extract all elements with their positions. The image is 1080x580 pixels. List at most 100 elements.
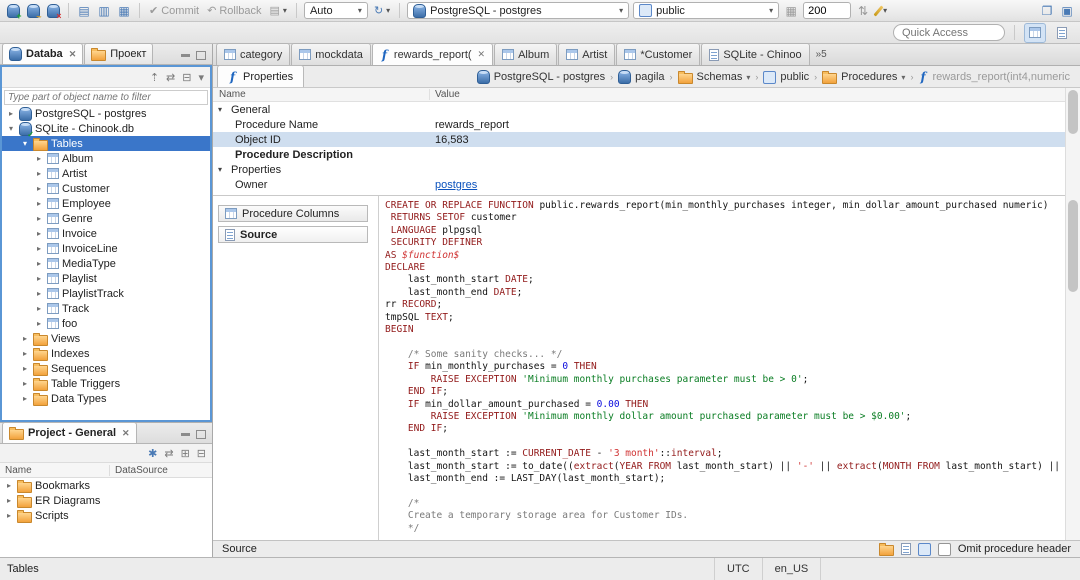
tree-item-sequences[interactable]: ▸ Sequences [2, 361, 210, 376]
project-item-er-diagrams[interactable]: ▸ ER Diagrams [0, 493, 212, 508]
expand-arrow-icon[interactable]: ▸ [4, 511, 14, 520]
expand-arrow-icon[interactable]: ▸ [34, 319, 44, 328]
expand-arrow-icon[interactable]: ▸ [34, 229, 44, 238]
connection-select[interactable]: PostgreSQL - postgres ▾ [407, 2, 630, 19]
column-name[interactable]: Name [0, 464, 110, 476]
breadcrumb-item-postgresql-postgres[interactable]: PostgreSQL - postgres [475, 70, 607, 84]
expand-arrow-icon[interactable]: ▸ [34, 154, 44, 163]
expand-arrow-icon[interactable]: ▸ [34, 289, 44, 298]
object-filter-input[interactable] [4, 90, 208, 105]
scrollbar-thumb[interactable] [1068, 200, 1078, 292]
close-icon[interactable]: ✕ [478, 49, 486, 60]
tab-album[interactable]: Album [494, 43, 558, 65]
sql-editor-icon[interactable]: ▤ [76, 3, 92, 19]
collapse-arrow-icon[interactable]: ▾ [20, 139, 30, 148]
tree-item-customer[interactable]: ▸ Customer [2, 181, 210, 196]
maximize-icon[interactable] [196, 51, 206, 60]
tab-category[interactable]: category [216, 43, 291, 65]
property-row-procedure-name[interactable]: Procedure Name rewards_report [213, 117, 1080, 132]
column-name[interactable]: Name [213, 89, 430, 100]
tab-overflow-indicator[interactable]: »5 [811, 49, 832, 60]
refresh-button[interactable]: ↻ ▾ [372, 4, 392, 17]
collapse-arrow-icon[interactable]: ▾ [218, 165, 227, 174]
property-value[interactable]: postgres [430, 179, 1080, 191]
column-value[interactable]: Value [430, 89, 460, 100]
collapse-arrow-icon[interactable]: ▾ [218, 105, 227, 114]
expand-arrow-icon[interactable]: ▸ [20, 349, 30, 358]
commit-button[interactable]: ✔ Commit [147, 4, 201, 18]
quick-access-input[interactable] [893, 24, 1005, 41]
expand-arrow-icon[interactable]: ▸ [34, 169, 44, 178]
property-row-general[interactable]: ▾ General [213, 102, 1080, 117]
expand-icon[interactable]: ⊞ [181, 447, 190, 460]
gear-icon[interactable]: ✱ [148, 447, 157, 460]
perspective-dbeaver-icon[interactable] [1024, 22, 1046, 43]
breadcrumb-item-public[interactable]: public [761, 70, 811, 84]
expand-arrow-icon[interactable]: ▸ [34, 184, 44, 193]
tab-projects[interactable]: Проект [84, 43, 154, 64]
tree-item-views[interactable]: ▸ Views [2, 331, 210, 346]
collapse-all-icon[interactable]: ⇡ [150, 71, 159, 84]
tree-item-postgresql-postgres[interactable]: ▸ PostgreSQL - postgres [2, 106, 210, 121]
collapse-icon[interactable]: ⊟ [182, 71, 191, 84]
edit-button[interactable]: ▾ [873, 4, 889, 17]
toggle-panel-icon[interactable]: ❐ [1039, 3, 1055, 19]
collapse-arrow-icon[interactable]: ▾ [6, 124, 16, 133]
collapse-icon[interactable]: ⊟ [197, 447, 206, 460]
minimize-icon[interactable] [181, 54, 190, 57]
expand-arrow-icon[interactable]: ▸ [34, 199, 44, 208]
expand-arrow-icon[interactable]: ▸ [34, 274, 44, 283]
transaction-log-button[interactable]: ▤ ▾ [268, 4, 289, 17]
column-datasource[interactable]: DataSource [110, 465, 168, 476]
disconnect-icon[interactable] [45, 3, 62, 21]
chevron-down-icon[interactable]: ▾ [901, 73, 905, 82]
tree-item-tables[interactable]: ▾ Tables [2, 136, 210, 151]
omit-header-checkbox[interactable] [937, 542, 951, 556]
tab-properties[interactable]: Properties [217, 65, 305, 87]
close-icon[interactable]: ✕ [122, 428, 130, 439]
maximize-icon[interactable] [196, 430, 206, 439]
tree-item-genre[interactable]: ▸ Genre [2, 211, 210, 226]
link-with-editor-icon[interactable]: ⇄ [166, 71, 175, 84]
schema-select[interactable]: public ▾ [633, 2, 780, 19]
tab-project-general[interactable]: Project - General ✕ [2, 422, 137, 443]
new-connection-icon[interactable] [5, 3, 22, 21]
tree-item-track[interactable]: ▸ Track [2, 301, 210, 316]
project-item-scripts[interactable]: ▸ Scripts [0, 508, 212, 523]
breadcrumb-item-pagila[interactable]: pagila [616, 70, 666, 84]
tree-item-table-triggers[interactable]: ▸ Table Triggers [2, 376, 210, 391]
expand-arrow-icon[interactable]: ▸ [34, 259, 44, 268]
sql-console-icon[interactable]: ▦ [116, 3, 132, 19]
section-procedure-columns[interactable]: Procedure Columns [218, 205, 368, 222]
timezone-indicator[interactable]: UTC [714, 558, 762, 580]
code-scrollbar[interactable] [1065, 196, 1080, 540]
fetch-size-input[interactable] [803, 2, 852, 19]
breadcrumb-item-procedures[interactable]: Procedures ▾ [820, 70, 907, 84]
tab-mockdata[interactable]: mockdata [291, 43, 371, 65]
expand-arrow-icon[interactable]: ▸ [20, 394, 30, 403]
tab-rewards-report[interactable]: rewards_report(✕ [371, 43, 494, 65]
project-item-bookmarks[interactable]: ▸ Bookmarks [0, 478, 212, 493]
property-row-owner[interactable]: Owner postgres [213, 177, 1080, 192]
tree-item-invoiceline[interactable]: ▸ InvoiceLine [2, 241, 210, 256]
tree-item-mediatype[interactable]: ▸ MediaType [2, 256, 210, 271]
expand-arrow-icon[interactable]: ▸ [20, 334, 30, 343]
tab-artist[interactable]: Artist [558, 43, 616, 65]
perspective-other-icon[interactable] [1052, 24, 1072, 42]
tree-item-playlist[interactable]: ▸ Playlist [2, 271, 210, 286]
property-row-object-id[interactable]: Object ID 16,583 [213, 132, 1080, 147]
source-code[interactable]: CREATE OR REPLACE FUNCTION public.reward… [378, 196, 1065, 540]
expand-arrow-icon[interactable]: ▸ [4, 496, 14, 505]
locale-indicator[interactable]: en_US [761, 558, 822, 580]
new-sql-editor-icon[interactable]: ▥ [96, 3, 112, 19]
expand-arrow-icon[interactable]: ▸ [20, 364, 30, 373]
maximize-panel-icon[interactable] [917, 542, 931, 556]
property-row-procedure-description[interactable]: Procedure Description [213, 147, 1080, 162]
scrollbar-thumb[interactable] [1068, 90, 1078, 134]
breadcrumb-item-rewards-report-int4-numeric[interactable]: rewards_report(int4,numeric [916, 71, 1072, 83]
expand-arrow-icon[interactable]: ▸ [6, 109, 16, 118]
link-icon[interactable]: ⇄ [164, 447, 173, 460]
tree-item-data-types[interactable]: ▸ Data Types [2, 391, 210, 406]
section-source[interactable]: Source [218, 226, 368, 243]
tab-database-navigator[interactable]: Databa ✕ [2, 43, 84, 64]
